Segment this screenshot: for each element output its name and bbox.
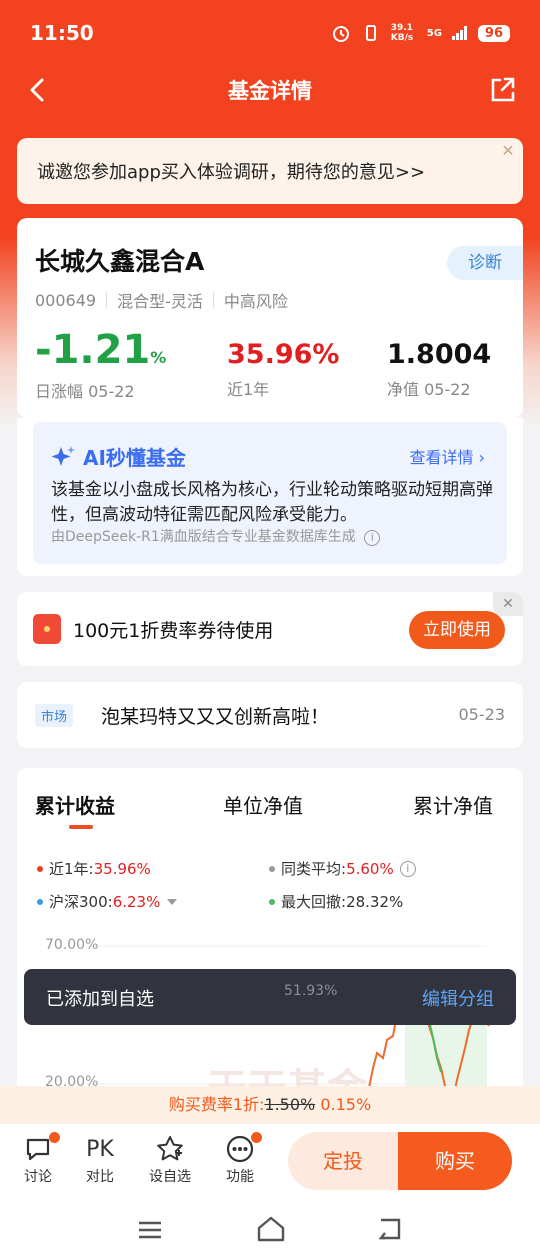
ai-footer: 由DeepSeek-R1满血版结合专业基金数据库生成 i: [51, 526, 381, 546]
year-return-label: 近1年: [227, 380, 270, 399]
coupon-close-icon[interactable]: ✕: [493, 592, 523, 616]
pk-icon: PK: [86, 1136, 114, 1162]
system-nav-bar: [0, 1200, 540, 1260]
battery-indicator: 96: [477, 24, 510, 42]
ai-footer-text: 由DeepSeek-R1满血版结合专业基金数据库生成: [51, 529, 356, 545]
fund-code: 000649: [35, 290, 97, 310]
chart-plot[interactable]: [17, 768, 523, 1098]
toast-text: 已添加到自选: [46, 989, 154, 1010]
buy-button[interactable]: 购买: [398, 1132, 512, 1190]
news-card[interactable]: 市场 泡某玛特又又又创新高啦！ 05-23: [17, 682, 523, 748]
fee-original: 1.50%: [264, 1095, 316, 1114]
home-icon[interactable]: [255, 1214, 287, 1244]
info-icon[interactable]: i: [364, 530, 381, 546]
coupon-text: 100元1折费率券待使用: [73, 620, 274, 642]
peak-value-label: 51.93%: [284, 983, 338, 999]
fund-meta: 000649 混合型-灵活 中高风险: [35, 288, 288, 312]
ai-summary-panel[interactable]: AI秒懂基金 查看详情 › 该基金以小盘成长风格为核心，行业轮动策略驱动短期高弹…: [33, 422, 507, 564]
purchase-fee-bar: 购买费率1折:1.50% 0.15%: [0, 1086, 540, 1124]
diagnose-button[interactable]: 诊断: [447, 246, 523, 280]
menu-icon[interactable]: [136, 1218, 164, 1242]
divider: [212, 292, 214, 308]
nav-bar: 基金详情: [0, 66, 540, 114]
compare-button[interactable]: PK 对比: [72, 1132, 128, 1186]
nav-label: 净值 05-22: [387, 380, 471, 399]
daily-change-metric: -1.21% 日涨幅 05-22: [35, 330, 166, 402]
net-speed: 39.1 KB/s: [390, 23, 414, 43]
action-button-group: 定投 购买: [288, 1132, 512, 1190]
discuss-button[interactable]: 讨论: [10, 1132, 66, 1186]
ai-view-details-link[interactable]: 查看详情 ›: [410, 444, 486, 468]
performance-chart-card: 累计收益 单位净值 累计净值 近1年: 35.96% 同类平均: 5.60% i 沪…: [17, 768, 523, 1098]
survey-close-icon[interactable]: ✕: [493, 138, 523, 164]
fee-discounted: 0.15%: [320, 1095, 372, 1114]
news-tag: 市场: [35, 704, 74, 727]
compare-label: 对比: [86, 1169, 114, 1185]
functions-label: 功能: [226, 1169, 254, 1185]
daily-change-unit: %: [150, 348, 167, 367]
use-now-button[interactable]: 立即使用: [409, 611, 505, 649]
back-icon[interactable]: [376, 1216, 404, 1242]
signal-icon: [451, 26, 467, 40]
add-watchlist-label: 设自选: [149, 1169, 191, 1185]
status-time: 11:50: [30, 21, 94, 45]
status-icons: 39.1 KB/s 5G 96: [331, 23, 510, 43]
functions-button[interactable]: 功能: [212, 1132, 268, 1186]
red-envelope-icon: [33, 614, 61, 644]
ai-title: AI秒懂基金: [51, 442, 186, 471]
sparkle-icon: [51, 445, 75, 466]
bottom-action-bar: 讨论 PK 对比 设自选 功能 定投 购买: [0, 1124, 540, 1200]
add-watchlist-button[interactable]: 设自选: [142, 1132, 198, 1186]
edit-group-button[interactable]: 编辑分组: [422, 985, 494, 1011]
share-icon[interactable]: [486, 74, 518, 106]
status-bar: 11:50 39.1 KB/s 5G 96: [0, 0, 540, 66]
divider: [106, 292, 108, 308]
fund-type: 混合型-灵活: [117, 292, 203, 311]
year-return-value: 35.96%: [227, 339, 340, 370]
auto-invest-button[interactable]: 定投: [288, 1132, 398, 1190]
vibrate-icon: [365, 25, 376, 41]
discuss-label: 讨论: [24, 1169, 52, 1185]
chat-bubble-icon: [26, 1138, 50, 1161]
year-return-metric: 35.96% 近1年: [227, 338, 339, 400]
toast-notification: 已添加到自选 编辑分组: [24, 969, 516, 1025]
notification-badge: [49, 1132, 60, 1143]
page-title: 基金详情: [228, 79, 312, 103]
fee-label: 购买费率1折:: [168, 1095, 265, 1114]
ai-summary-text: 该基金以小盘成长风格为核心，行业轮动策略驱动短期高弹性，但高波动特征需匹配风险承…: [51, 480, 493, 525]
nav-metric: 1.8004 净值 05-22: [387, 338, 491, 400]
daily-change-value: -1.21: [35, 327, 151, 373]
signal-text: 5G: [426, 27, 442, 39]
alarm-icon: [332, 26, 349, 42]
daily-change-label: 日涨幅 05-22: [35, 382, 135, 401]
coupon-card: 100元1折费率券待使用 立即使用 ✕: [17, 592, 523, 666]
y-axis-label-top: 70.00%: [45, 937, 99, 953]
fund-name: 长城久鑫混合A: [35, 247, 205, 276]
survey-banner[interactable]: 诚邀您参加app买入体验调研，期待您的意见>> ✕: [17, 138, 523, 204]
notification-badge: [251, 1132, 262, 1143]
news-date: 05-23: [458, 705, 506, 724]
news-headline: 泡某玛特又又又创新高啦！: [101, 706, 330, 728]
survey-text: 诚邀您参加app买入体验调研，期待您的意见>>: [37, 162, 426, 183]
fund-summary-card: 长城久鑫混合A 诊断 000649 混合型-灵活 中高风险 -1.21% 日涨幅…: [17, 218, 523, 418]
star-icon: [157, 1136, 183, 1161]
ai-title-text: AI秒懂基金: [83, 446, 186, 470]
ai-summary-card: AI秒懂基金 查看详情 › 该基金以小盘成长风格为核心，行业轮动策略驱动短期高弹…: [17, 418, 523, 576]
nav-value: 1.8004: [387, 339, 492, 370]
fund-risk: 中高风险: [223, 292, 288, 311]
back-arrow-icon[interactable]: [22, 74, 54, 106]
